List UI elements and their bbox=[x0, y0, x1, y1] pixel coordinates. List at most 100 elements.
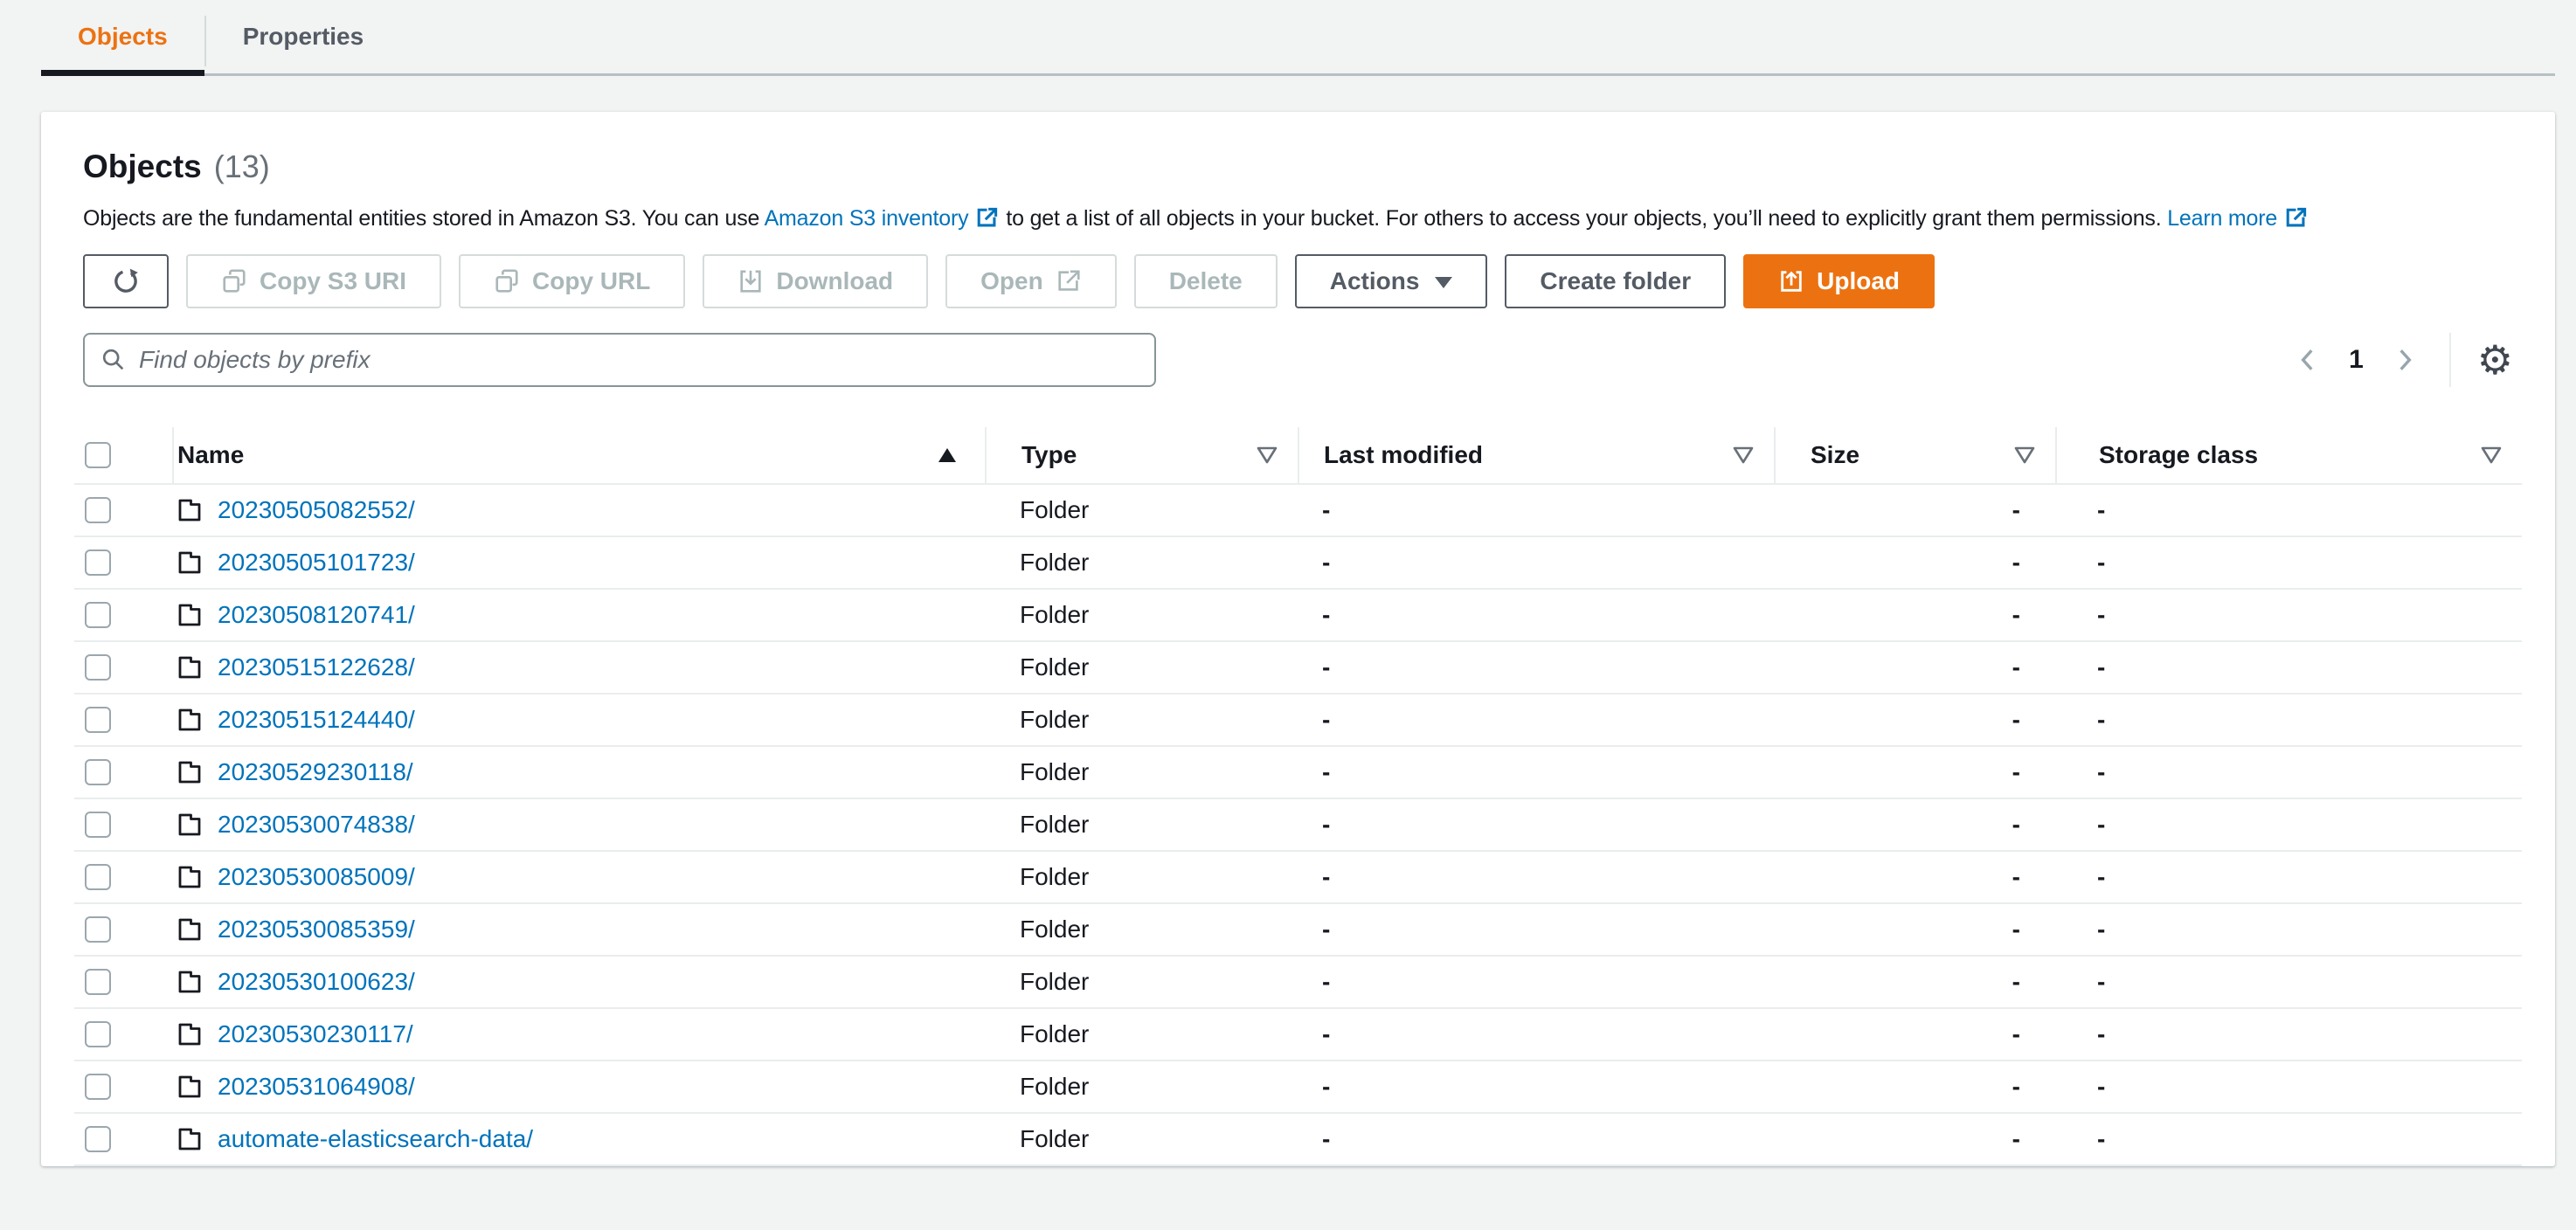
row-checkbox[interactable] bbox=[85, 602, 111, 628]
delete-label: Delete bbox=[1168, 267, 1243, 294]
object-last-modified: - bbox=[1322, 549, 1331, 576]
create-folder-button[interactable]: Create folder bbox=[1505, 254, 1727, 308]
object-name-link[interactable]: 20230505082552/ bbox=[218, 496, 415, 524]
row-checkbox[interactable] bbox=[85, 497, 111, 523]
table-header: Name Type Last modified Size Storage cla… bbox=[74, 427, 2522, 485]
object-name-link[interactable]: 20230530085009/ bbox=[218, 863, 415, 891]
delete-button[interactable]: Delete bbox=[1133, 254, 1278, 308]
column-header-name[interactable]: Name bbox=[172, 427, 985, 483]
object-size: - bbox=[2012, 549, 2020, 576]
object-name-cell: 20230505101723/ bbox=[172, 549, 985, 577]
actions-button[interactable]: Actions bbox=[1294, 254, 1488, 308]
folder-icon bbox=[176, 1073, 204, 1101]
filter-triangle-icon bbox=[1256, 445, 1278, 466]
table-row: 20230530085359/Folder - - - bbox=[74, 904, 2522, 957]
table-row: 20230515122628/Folder - - - bbox=[74, 642, 2522, 694]
select-all-cell bbox=[74, 427, 172, 483]
search-input[interactable] bbox=[139, 346, 1139, 374]
object-type: Folder bbox=[1020, 1125, 1090, 1152]
object-name-link[interactable]: 20230530230117/ bbox=[218, 1020, 413, 1048]
object-name-link[interactable]: 20230530074838/ bbox=[218, 811, 415, 839]
object-size: - bbox=[2012, 758, 2020, 785]
row-checkbox[interactable] bbox=[85, 969, 111, 995]
object-name-link[interactable]: automate-elasticsearch-data/ bbox=[218, 1125, 533, 1153]
object-name-link[interactable]: 20230515122628/ bbox=[218, 653, 415, 681]
row-checkbox[interactable] bbox=[85, 654, 111, 681]
external-link-icon bbox=[1056, 268, 1082, 294]
object-storage-class: - bbox=[2097, 496, 2106, 523]
row-checkbox[interactable] bbox=[85, 759, 111, 785]
object-name-cell: 20230530085009/ bbox=[172, 863, 985, 891]
object-name-cell: 20230505082552/ bbox=[172, 496, 985, 524]
object-name-link[interactable]: 20230508120741/ bbox=[218, 601, 415, 629]
object-size: - bbox=[2012, 916, 2020, 943]
tab-objects[interactable]: Objects bbox=[41, 0, 204, 76]
table-row: 20230515124440/Folder - - - bbox=[74, 694, 2522, 747]
copy-url-button[interactable]: Copy URL bbox=[459, 254, 686, 308]
object-size: - bbox=[2012, 496, 2020, 523]
row-checkbox[interactable] bbox=[85, 1021, 111, 1047]
object-name-cell: 20230530074838/ bbox=[172, 811, 985, 839]
folder-icon bbox=[176, 1125, 204, 1153]
search-box bbox=[83, 333, 1156, 387]
object-name-cell: 20230530230117/ bbox=[172, 1020, 985, 1048]
upload-button[interactable]: Upload bbox=[1743, 254, 1935, 308]
filter-triangle-icon bbox=[2480, 445, 2503, 466]
object-name-link[interactable]: 20230529230118/ bbox=[218, 758, 413, 786]
object-name-link[interactable]: 20230530100623/ bbox=[218, 968, 415, 996]
tab-objects-label: Objects bbox=[78, 23, 168, 50]
object-storage-class: - bbox=[2097, 653, 2106, 681]
tabs-bar: Objects Properties bbox=[0, 0, 2576, 76]
row-checkbox[interactable] bbox=[85, 549, 111, 576]
copy-s3-uri-label: Copy S3 URI bbox=[260, 267, 407, 294]
copy-s3-uri-button[interactable]: Copy S3 URI bbox=[186, 254, 442, 308]
row-select-cell bbox=[74, 916, 172, 943]
external-link-icon bbox=[975, 206, 999, 230]
object-type: Folder bbox=[1020, 653, 1090, 681]
object-size: - bbox=[2012, 653, 2020, 681]
upload-icon bbox=[1778, 268, 1804, 294]
description-text-2: to get a list of all objects in your buc… bbox=[1006, 206, 2162, 231]
column-header-last-modified[interactable]: Last modified bbox=[1298, 427, 1774, 483]
object-name-link[interactable]: 20230531064908/ bbox=[218, 1073, 415, 1101]
object-size: - bbox=[2012, 1073, 2020, 1100]
open-label: Open bbox=[980, 267, 1043, 294]
object-name-link[interactable]: 20230505101723/ bbox=[218, 549, 415, 577]
column-header-size[interactable]: Size bbox=[1774, 427, 2055, 483]
object-size: - bbox=[2012, 863, 2020, 890]
object-type: Folder bbox=[1020, 706, 1090, 733]
open-button[interactable]: Open bbox=[945, 254, 1117, 308]
row-checkbox[interactable] bbox=[85, 812, 111, 838]
row-checkbox[interactable] bbox=[85, 707, 111, 733]
row-checkbox[interactable] bbox=[85, 1074, 111, 1100]
external-link-icon bbox=[2284, 206, 2308, 230]
previous-page-button[interactable] bbox=[2289, 342, 2326, 378]
object-storage-class: - bbox=[2097, 706, 2106, 733]
refresh-icon bbox=[111, 266, 141, 296]
tab-properties[interactable]: Properties bbox=[206, 0, 401, 73]
row-checkbox[interactable] bbox=[85, 916, 111, 943]
row-select-cell bbox=[74, 1021, 172, 1047]
object-name-link[interactable]: 20230530085359/ bbox=[218, 916, 415, 943]
object-name-link[interactable]: 20230515124440/ bbox=[218, 706, 415, 734]
s3-inventory-link[interactable]: Amazon S3 inventory bbox=[765, 206, 969, 231]
table-row: 20230508120741/Folder - - - bbox=[74, 590, 2522, 642]
settings-gear-icon[interactable]: ⚙ bbox=[2477, 340, 2513, 380]
column-header-type[interactable]: Type bbox=[985, 427, 1298, 483]
object-storage-class: - bbox=[2097, 758, 2106, 785]
row-select-cell bbox=[74, 654, 172, 681]
row-checkbox[interactable] bbox=[85, 864, 111, 890]
download-button[interactable]: Download bbox=[703, 254, 929, 308]
row-checkbox[interactable] bbox=[85, 1126, 111, 1152]
column-header-storage-class[interactable]: Storage class bbox=[2055, 427, 2522, 483]
select-all-checkbox[interactable] bbox=[85, 442, 111, 468]
toolbar: Copy S3 URI Copy URL Download Open Delet… bbox=[83, 254, 2513, 308]
description-text-1: Objects are the fundamental entities sto… bbox=[83, 206, 760, 231]
refresh-button[interactable] bbox=[83, 254, 169, 308]
folder-icon bbox=[176, 916, 204, 943]
learn-more-link[interactable]: Learn more bbox=[2167, 206, 2277, 231]
next-page-button[interactable] bbox=[2386, 342, 2423, 378]
row-select-cell bbox=[74, 864, 172, 890]
object-storage-class: - bbox=[2097, 549, 2106, 576]
row-select-cell bbox=[74, 707, 172, 733]
